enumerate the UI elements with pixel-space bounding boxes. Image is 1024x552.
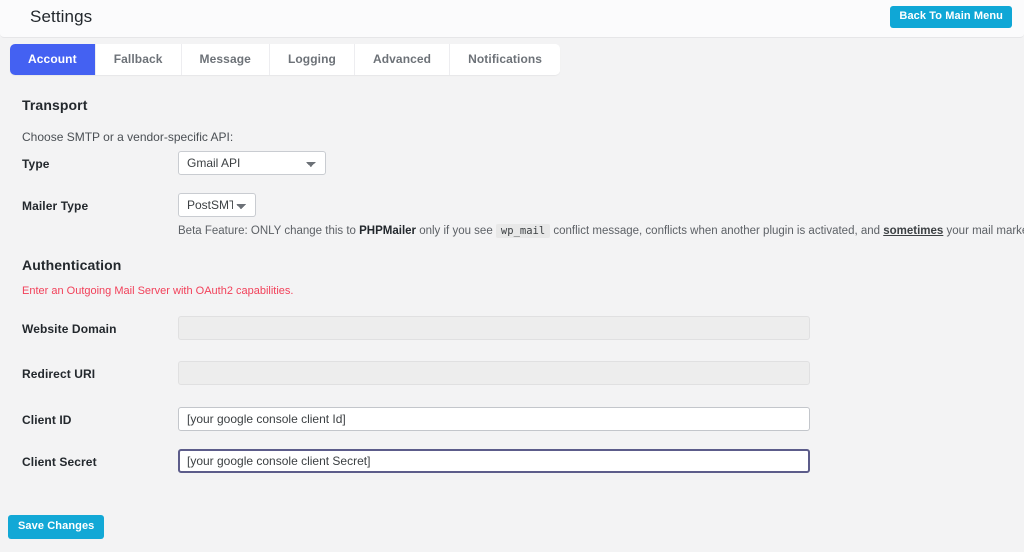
client-secret-input[interactable] <box>178 449 810 473</box>
mailer-type-label: Mailer Type <box>22 199 89 213</box>
tab-account[interactable]: Account <box>10 44 96 75</box>
tab-notifications[interactable]: Notifications <box>450 44 561 75</box>
website-domain-label: Website Domain <box>22 322 117 336</box>
tab-fallback[interactable]: Fallback <box>95 44 182 75</box>
authentication-section-title: Authentication <box>22 257 122 273</box>
mailer-type-select[interactable]: PostSMTP <box>178 193 256 217</box>
note-part-3: conflict message, conflicts when another… <box>550 225 884 237</box>
settings-tab-bar: Account Fallback Message Logging Advance… <box>10 44 561 75</box>
save-changes-button[interactable]: Save Changes <box>8 515 105 539</box>
client-id-field-wrapper <box>178 407 810 431</box>
type-field-wrapper: Gmail API <box>178 151 326 175</box>
note-phpmailer: PHPMailer <box>359 225 417 237</box>
tab-logging[interactable]: Logging <box>269 44 355 75</box>
note-part-4: your mail marked as spam. <box>946 225 1024 237</box>
redirect-uri-input[interactable] <box>178 361 810 385</box>
note-part-1: Beta Feature: ONLY change this to <box>178 225 360 237</box>
tab-advanced[interactable]: Advanced <box>354 44 451 75</box>
website-domain-input[interactable] <box>178 316 810 340</box>
type-label: Type <box>22 157 50 171</box>
client-secret-field-wrapper <box>178 449 810 473</box>
tab-message[interactable]: Message <box>181 44 270 75</box>
transport-section-title: Transport <box>22 97 88 113</box>
back-to-main-menu-button[interactable]: Back To Main Menu <box>890 6 1012 28</box>
transport-type-select[interactable]: Gmail API <box>178 151 326 175</box>
client-id-label: Client ID <box>22 413 72 427</box>
client-id-input[interactable] <box>178 407 810 431</box>
mailer-type-note: Beta Feature: ONLY change this to PHPMai… <box>178 224 1024 238</box>
redirect-uri-field-wrapper <box>178 361 810 385</box>
mailer-field-wrapper: PostSMTP <box>178 193 256 217</box>
note-part-2: only if you see <box>416 225 496 237</box>
transport-description: Choose SMTP or a vendor-specific API: <box>22 130 234 144</box>
page-header: Settings Back To Main Menu <box>0 0 1024 38</box>
note-sometimes: sometimes <box>883 225 944 237</box>
authentication-error-message: Enter an Outgoing Mail Server with OAuth… <box>22 285 294 297</box>
client-secret-label: Client Secret <box>22 455 97 469</box>
page-title: Settings <box>30 7 93 26</box>
website-domain-field-wrapper <box>178 316 810 340</box>
note-code-wp-mail: wp_mail <box>495 224 551 238</box>
redirect-uri-label: Redirect URI <box>22 367 96 381</box>
